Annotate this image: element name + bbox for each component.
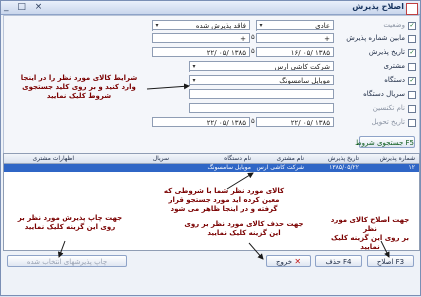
range-separator: ۵ (251, 47, 255, 55)
app-icon (406, 3, 418, 15)
annotation-print: جهت چاپ پذیرش مورد نظر بر روی این گزینه … (17, 214, 123, 231)
column-header[interactable]: نام دستگاه (224, 155, 251, 162)
search-criteria-button[interactable]: F5 جستجوی شروط (355, 136, 415, 148)
criteria-checkbox[interactable] (408, 119, 416, 127)
criteria-label: تاریخ پذیرش (368, 48, 405, 56)
print-selected-button[interactable]: چاپ پذیرشهای انتخاب شده (7, 255, 127, 267)
table-header: شماره پذیرش تاریخ پذیرش نام مشتری نام دس… (4, 154, 419, 164)
window-title: اصلاح پذیرش (352, 2, 404, 11)
status-field[interactable]: عادی (256, 20, 334, 30)
results-table[interactable]: شماره پذیرش تاریخ پذیرش نام مشتری نام دس… (3, 153, 420, 251)
annotation-results: کالای مورد نظر شما با شروطی که معین کرده… (163, 187, 285, 213)
exit-button[interactable]: ✕ خروج (266, 255, 311, 267)
criteria-checkbox[interactable] (408, 35, 416, 43)
table-cell: ۱۳۸۵/۰۵/۲۲ (329, 164, 359, 171)
window-controls[interactable]: _ □ × (4, 2, 45, 12)
column-header[interactable]: نام مشتری (276, 155, 304, 162)
criteria-label: نام تکنسین (372, 104, 405, 112)
date-from-field[interactable]: ۱۳۸۵ /۰۵ /۱۶ (256, 47, 334, 57)
range-separator: ۵ (251, 117, 255, 125)
criteria-label: مشتری (383, 62, 405, 70)
chevron-down-icon[interactable]: ▾ (189, 76, 198, 86)
chevron-down-icon[interactable]: ▾ (256, 21, 265, 31)
criteria-label: وضعیت (383, 21, 405, 29)
column-header[interactable]: سریال (153, 155, 169, 162)
edit-admission-window: اصلاح پذیرش _ □ × ✓ وضعیت مابین شماره پذیر… (0, 0, 421, 296)
delete-button[interactable]: F4 حذف (315, 255, 362, 267)
table-cell: شرکت کاشی ارس (256, 164, 304, 171)
customer-field[interactable]: شرکت کاشی ارس (189, 61, 334, 71)
edit-button[interactable]: F3 اصلاح (367, 255, 414, 267)
table-cell: موبایل سامسونگ (207, 164, 252, 171)
table-cell: ۱۲ (408, 164, 415, 171)
exit-label: خروج (275, 258, 293, 266)
search-criteria-panel: ✓ وضعیت مابین شماره پذیرش ✓ تاریخ پذیرش مشتری… (3, 15, 420, 154)
bottom-toolbar: F3 اصلاح F4 حذف ✕ خروج چاپ پذیرشهای انتخ… (3, 251, 418, 293)
annotation-edit: جهت اصلاح کالای مورد نظر بر روی این گزین… (330, 216, 410, 251)
chevron-down-icon[interactable]: ▾ (189, 62, 198, 72)
criteria-label: تاریخ تحویل (371, 118, 406, 126)
date-to-field[interactable]: ۱۳۸۵ /۰۵ /۲۲ (152, 47, 250, 57)
criteria-checkbox[interactable] (408, 91, 416, 99)
table-row[interactable]: ۱۲ ۱۳۸۵/۰۵/۲۲ شرکت کاشی ارس موبایل سامسو… (4, 164, 419, 172)
column-header[interactable]: شماره پذیرش (380, 155, 415, 162)
criteria-label: دستگاه (384, 76, 405, 84)
device-field[interactable]: موبایل سامسونگ (189, 75, 334, 85)
column-header[interactable]: تاریخ پذیرش (328, 155, 359, 162)
criteria-checkbox[interactable] (408, 63, 416, 71)
delivery-from-field[interactable]: ۱۳۸۵ /۰۵ /۲۲ (256, 117, 334, 127)
criteria-label: مابین شماره پذیرش (346, 34, 405, 42)
annotation-criteria: شرایط کالای مورد نظر را در اینجا وارد کن… (20, 74, 138, 100)
serial-field[interactable] (189, 89, 334, 99)
technician-field[interactable] (189, 103, 334, 113)
close-icon: ✕ (294, 257, 302, 266)
title-bar: اصلاح پذیرش _ □ × (1, 1, 420, 15)
criteria-checkbox[interactable]: ✓ (408, 22, 416, 30)
column-header[interactable]: اظهارات مشتری (32, 155, 74, 162)
delivery-to-field[interactable]: ۱۳۸۵ /۰۵ /۲۲ (152, 117, 250, 127)
criteria-checkbox[interactable] (408, 105, 416, 113)
range-separator: ۵ (251, 33, 255, 41)
criteria-checkbox[interactable]: ✓ (408, 49, 416, 57)
number-from-field[interactable]: + (256, 33, 334, 43)
chevron-down-icon[interactable]: ▾ (152, 21, 161, 31)
criteria-label: سریال دستگاه (363, 90, 405, 98)
status-field-2[interactable]: فاقد پذیرش شده (152, 20, 250, 30)
number-to-field[interactable]: + (152, 33, 250, 43)
criteria-checkbox[interactable]: ✓ (408, 77, 416, 85)
annotation-delete: جهت حذف کالای مورد نظر بر روی این گزینه … (184, 220, 304, 237)
